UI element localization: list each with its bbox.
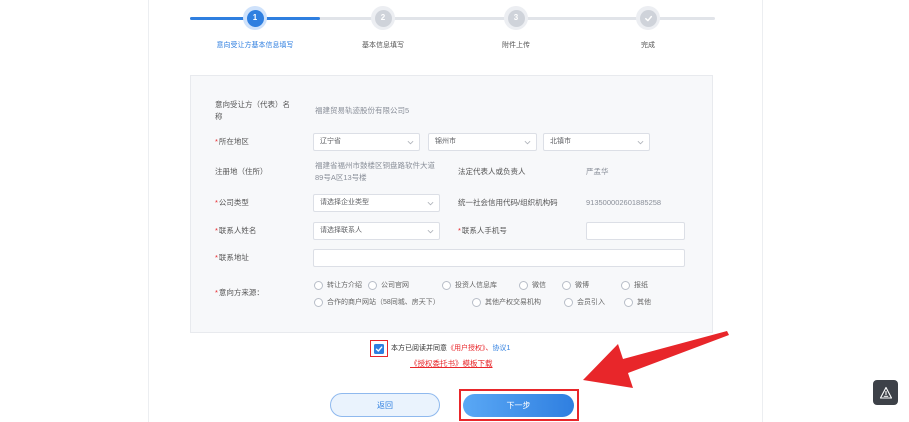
company-type-select[interactable]: 请选择企业类型 <box>313 194 440 212</box>
radio-button[interactable] <box>519 280 528 290</box>
source-option[interactable]: 投资人信息库 <box>442 280 497 290</box>
step-3-marker: 3 <box>504 6 528 30</box>
step-4-label: 完成 <box>641 42 655 49</box>
source-option[interactable]: 报纸 <box>621 280 648 290</box>
chevron-down-icon <box>637 140 644 145</box>
step-1-marker: 1 <box>243 6 267 30</box>
legal-rep-label: 法定代表人或负责人 <box>458 167 526 176</box>
contact-name-label-text: 联系人姓名 <box>218 226 257 235</box>
contact-address-label: *联系地址 <box>215 252 249 264</box>
region-label-text: 所在地区 <box>218 137 249 146</box>
user-auth-link[interactable]: 《用户授权》、 <box>447 345 493 352</box>
radio-button[interactable] <box>472 297 481 307</box>
radio-button[interactable] <box>621 280 630 290</box>
source-option[interactable]: 合作的商户网站（58同城、房天下） <box>314 297 440 307</box>
step-3-number: 3 <box>507 9 525 27</box>
contact-phone-label: *联系人手机号 <box>458 225 507 237</box>
required-mark: * <box>215 198 218 207</box>
city-value: 锦州市 <box>435 138 456 145</box>
contact-name-placeholder: 请选择联系人 <box>320 227 362 234</box>
source-option[interactable]: 公司官网 <box>368 280 409 290</box>
protocol-link[interactable]: 协议1 <box>493 345 511 352</box>
company-type-label-text: 公司类型 <box>218 198 249 207</box>
radio-button[interactable] <box>564 297 573 307</box>
radio-button[interactable] <box>368 280 377 290</box>
required-mark: * <box>215 253 218 262</box>
city-select[interactable]: 锦州市 <box>428 133 537 151</box>
chevron-down-icon <box>407 140 414 145</box>
required-mark: * <box>458 226 461 235</box>
page: 1 2 3 意向受让方基本信息填写 基本信息填写 附件上传 完成 意向受让方（代… <box>0 0 909 422</box>
contact-name-label: *联系人姓名 <box>215 225 256 237</box>
source-label-text: 意向方来源： <box>218 288 264 297</box>
chevron-down-icon <box>427 229 434 234</box>
chevron-down-icon <box>427 201 434 206</box>
source-option[interactable]: 其他产权交易机构 <box>472 297 541 307</box>
company-type-label: *公司类型 <box>215 197 249 209</box>
step-4-marker <box>636 6 660 30</box>
authorization-template-link[interactable]: 《授权委托书》模板下载 <box>410 359 493 369</box>
province-select[interactable]: 辽宁省 <box>313 133 420 151</box>
step-2-number: 2 <box>374 9 392 27</box>
source-option-text: 转让方介绍 <box>327 281 362 289</box>
step-4-dot <box>639 9 657 27</box>
contact-phone-label-text: 联系人手机号 <box>461 226 507 235</box>
source-option-text: 公司官网 <box>381 281 409 289</box>
next-button[interactable]: 下一步 <box>463 394 574 417</box>
name-label: 意向受让方（代表）名称 <box>215 100 290 121</box>
address-value: 福建省福州市鼓楼区铜盘路软件大道89号A区13号楼 <box>315 161 435 182</box>
source-option-text: 合作的商户网站（58同城、房天下） <box>327 298 440 306</box>
agreement-prefix: 本方已阅读并同意 <box>391 345 447 352</box>
source-option[interactable]: 微信 <box>519 280 546 290</box>
contact-phone-input[interactable] <box>586 222 685 240</box>
credit-code-value: 913500002601885258 <box>586 198 662 207</box>
credit-code-label: 统一社会信用代码/组织机构码 <box>458 198 558 207</box>
radio-button[interactable] <box>314 280 323 290</box>
source-option[interactable]: 会员引入 <box>564 297 605 307</box>
check-icon <box>375 346 383 352</box>
agreement-checkbox[interactable] <box>374 344 384 354</box>
contact-address-input[interactable] <box>313 249 685 267</box>
required-mark: * <box>215 288 218 297</box>
source-option-text: 报纸 <box>634 281 648 289</box>
back-button[interactable]: 返回 <box>330 393 440 417</box>
contact-name-select[interactable]: 请选择联系人 <box>313 222 440 240</box>
required-mark: * <box>215 137 218 146</box>
source-option-text: 微博 <box>575 281 589 289</box>
source-option-text: 会员引入 <box>577 298 605 306</box>
legal-rep-value: 严孟华 <box>586 167 609 176</box>
floating-tool-button[interactable] <box>873 380 898 405</box>
step-2-marker: 2 <box>371 6 395 30</box>
alert-icon <box>879 386 892 399</box>
radio-button[interactable] <box>562 280 571 290</box>
chevron-down-icon <box>524 140 531 145</box>
source-option-text: 其他 <box>637 298 651 306</box>
check-icon <box>644 15 652 21</box>
region-label: *所在地区 <box>215 136 249 148</box>
step-1-number: 1 <box>246 9 264 27</box>
district-select[interactable]: 北镇市 <box>543 133 650 151</box>
step-1-label: 意向受让方基本信息填写 <box>216 42 294 49</box>
source-option-text: 投资人信息库 <box>455 281 497 289</box>
source-option[interactable]: 其他 <box>624 297 651 307</box>
district-value: 北镇市 <box>550 138 571 145</box>
radio-button[interactable] <box>314 297 323 307</box>
company-type-placeholder: 请选择企业类型 <box>320 199 369 206</box>
contact-address-label-text: 联系地址 <box>218 253 249 262</box>
province-value: 辽宁省 <box>320 138 341 145</box>
source-option-text: 其他产权交易机构 <box>485 298 541 306</box>
agreement-text: 本方已阅读并同意《用户授权》、协议1 <box>391 344 510 354</box>
radio-button[interactable] <box>624 297 633 307</box>
step-2-label: 基本信息填写 <box>362 42 404 49</box>
step-3-label: 附件上传 <box>502 42 530 49</box>
source-label: *意向方来源： <box>215 287 264 299</box>
source-option-text: 微信 <box>532 281 546 289</box>
address-label: 注册地（住所） <box>215 167 268 176</box>
name-value: 福建贸易轨迹股份有限公司5 <box>315 106 410 115</box>
source-option[interactable]: 微博 <box>562 280 589 290</box>
source-option[interactable]: 转让方介绍 <box>314 280 362 290</box>
required-mark: * <box>215 226 218 235</box>
radio-button[interactable] <box>442 280 451 290</box>
